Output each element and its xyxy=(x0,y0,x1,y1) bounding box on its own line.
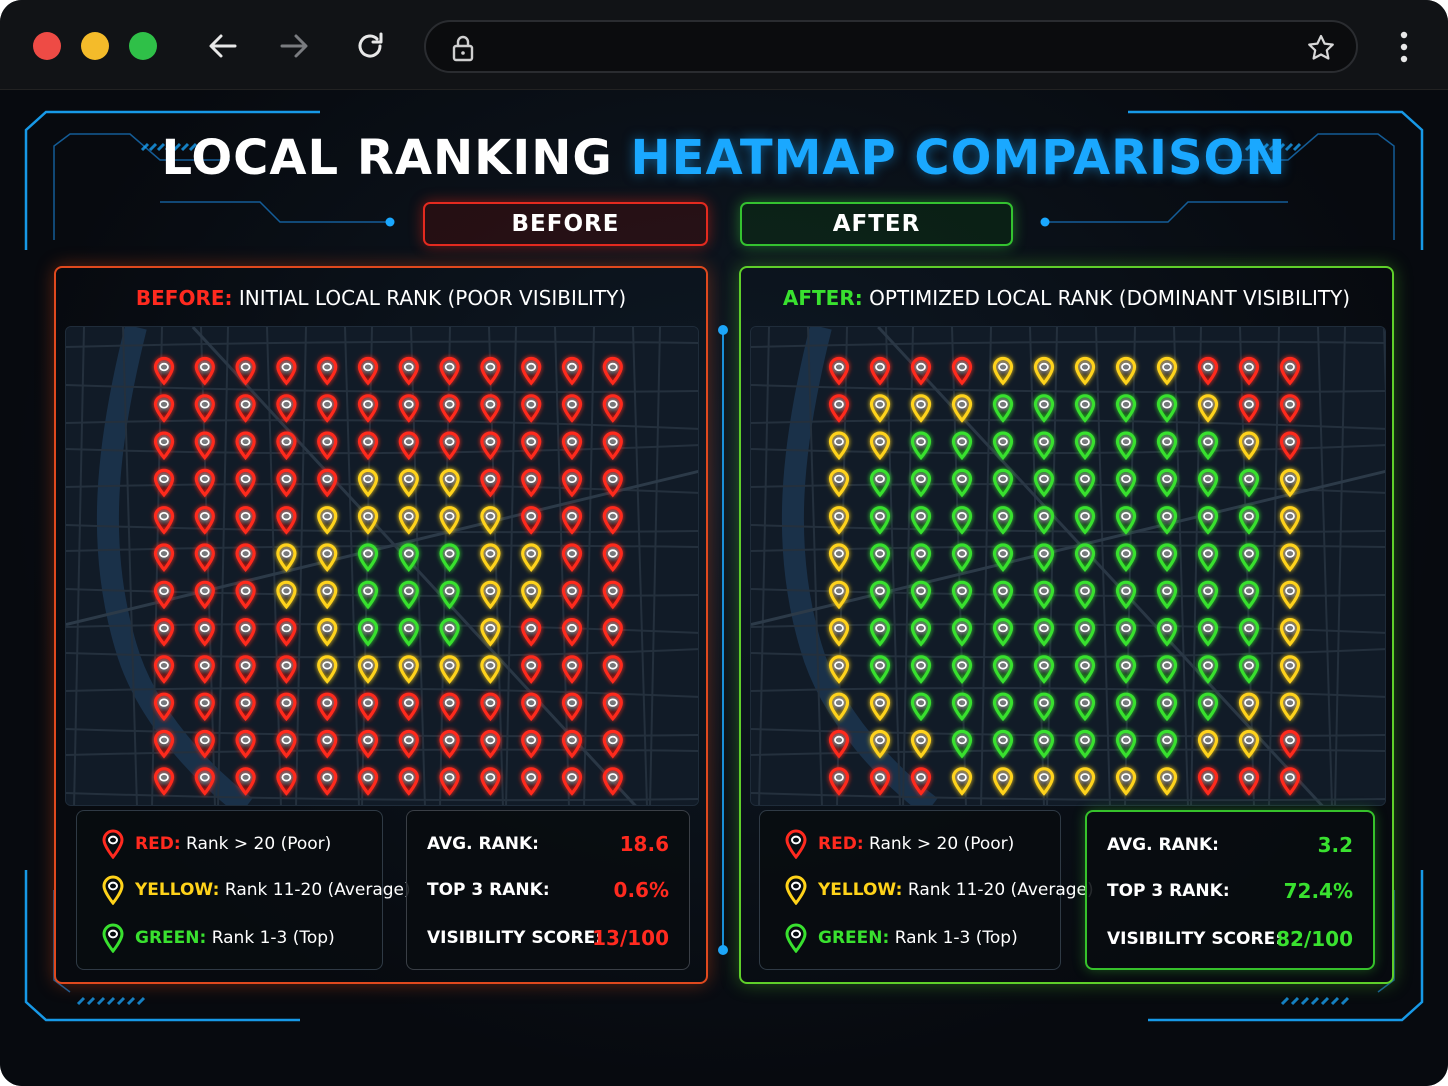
before-heading-text: INITIAL LOCAL RANK (POOR VISIBILITY) xyxy=(238,286,627,310)
title-blue-part: HEATMAP COMPARISON xyxy=(630,130,1287,186)
minimize-window-button[interactable] xyxy=(81,32,109,60)
after-heading-text: OPTIMIZED LOCAL RANK (DOMINANT VISIBILIT… xyxy=(869,286,1351,310)
stat-value: 82/100 xyxy=(1276,927,1353,951)
title-white-part: LOCAL RANKING xyxy=(161,130,613,186)
legend-green-text: Rank 1-3 (Top) xyxy=(211,928,335,948)
back-arrow-icon[interactable] xyxy=(207,30,239,62)
stat-label: AVG. RANK: xyxy=(427,834,539,854)
before-panel: BEFORE: INITIAL LOCAL RANK (POOR VISIBIL… xyxy=(54,266,708,984)
legend-yellow-key: YELLOW: xyxy=(818,880,903,900)
lock-icon xyxy=(452,35,474,62)
stat-value: 0.6% xyxy=(613,878,669,902)
stat-value: 18.6 xyxy=(619,832,669,856)
after-map-svg xyxy=(751,327,1385,805)
browser-window: LOCAL RANKING HEATMAP COMPARISON BEFORE … xyxy=(0,0,1448,1086)
stat-label: TOP 3 RANK: xyxy=(427,880,550,900)
stat-label: TOP 3 RANK: xyxy=(1107,881,1230,901)
stat-label: VISIBILITY SCORE: xyxy=(1107,929,1282,949)
legend-green-text: Rank 1-3 (Top) xyxy=(894,928,1018,948)
legend-yellow-text: Rank 11-20 (Average) xyxy=(224,880,411,900)
after-stat-avg-rank: AVG. RANK: 3.2 xyxy=(1107,830,1353,860)
yellow-pin-icon xyxy=(102,875,124,905)
legend-green-key: GREEN: xyxy=(135,928,207,948)
red-pin-icon xyxy=(102,829,124,859)
after-heading-key: AFTER: xyxy=(782,286,863,310)
before-tab[interactable]: BEFORE xyxy=(423,202,708,246)
before-stat-visibility: VISIBILITY SCORE: 13/100 xyxy=(427,923,669,953)
legend-green-key: GREEN: xyxy=(818,928,890,948)
before-heading-key: BEFORE: xyxy=(135,286,233,310)
after-heatmap xyxy=(750,326,1386,806)
page-title: LOCAL RANKING HEATMAP COMPARISON xyxy=(0,130,1448,186)
before-stat-top3: TOP 3 RANK: 0.6% xyxy=(427,875,669,905)
legend-red-text: Rank > 20 (Poor) xyxy=(186,834,332,854)
after-panel: AFTER: OPTIMIZED LOCAL RANK (DOMINANT VI… xyxy=(739,266,1394,984)
stat-value: 13/100 xyxy=(592,926,669,950)
stat-value: 3.2 xyxy=(1317,833,1353,857)
legend-yellow-text: Rank 11-20 (Average) xyxy=(907,880,1094,900)
legend-red-text: Rank > 20 (Poor) xyxy=(869,834,1015,854)
stat-label: VISIBILITY SCORE: xyxy=(427,928,602,948)
before-legend: RED: Rank > 20 (Poor) YELLOW: Rank 11-20… xyxy=(76,810,411,970)
after-panel-title: AFTER: OPTIMIZED LOCAL RANK (DOMINANT VI… xyxy=(741,286,1392,310)
red-pin-icon xyxy=(785,829,807,859)
yellow-pin-icon xyxy=(785,875,807,905)
before-heatmap xyxy=(65,326,699,806)
stat-value: 72.4% xyxy=(1283,879,1353,903)
before-map-svg xyxy=(66,327,698,805)
before-panel-title: BEFORE: INITIAL LOCAL RANK (POOR VISIBIL… xyxy=(56,286,706,310)
after-tab[interactable]: AFTER xyxy=(740,202,1013,246)
page-content: LOCAL RANKING HEATMAP COMPARISON BEFORE … xyxy=(0,90,1448,1086)
before-stats: AVG. RANK: 18.6 TOP 3 RANK: 0.6% VISIBIL… xyxy=(406,810,690,970)
browser-toolbar xyxy=(0,0,1448,90)
after-stat-top3: TOP 3 RANK: 72.4% xyxy=(1107,876,1353,906)
close-window-button[interactable] xyxy=(33,32,61,60)
star-icon[interactable] xyxy=(1306,33,1336,63)
forward-arrow-icon[interactable] xyxy=(278,30,310,62)
after-stats: AVG. RANK: 3.2 TOP 3 RANK: 72.4% VISIBIL… xyxy=(1085,810,1375,970)
legend-red-key: RED: xyxy=(818,834,864,854)
maximize-window-button[interactable] xyxy=(129,32,157,60)
reload-icon[interactable] xyxy=(354,30,386,62)
stat-label: AVG. RANK: xyxy=(1107,835,1219,855)
kebab-menu-icon[interactable] xyxy=(1392,30,1416,64)
legend-red-key: RED: xyxy=(135,834,181,854)
before-stat-avg-rank: AVG. RANK: 18.6 xyxy=(427,829,669,859)
legend-yellow-key: YELLOW: xyxy=(135,880,220,900)
after-legend: RED: Rank > 20 (Poor) YELLOW: Rank 11-20… xyxy=(759,810,1094,970)
green-pin-icon xyxy=(785,923,807,953)
green-pin-icon xyxy=(102,923,124,953)
after-stat-visibility: VISIBILITY SCORE: 82/100 xyxy=(1107,924,1353,954)
address-bar[interactable] xyxy=(424,20,1358,73)
